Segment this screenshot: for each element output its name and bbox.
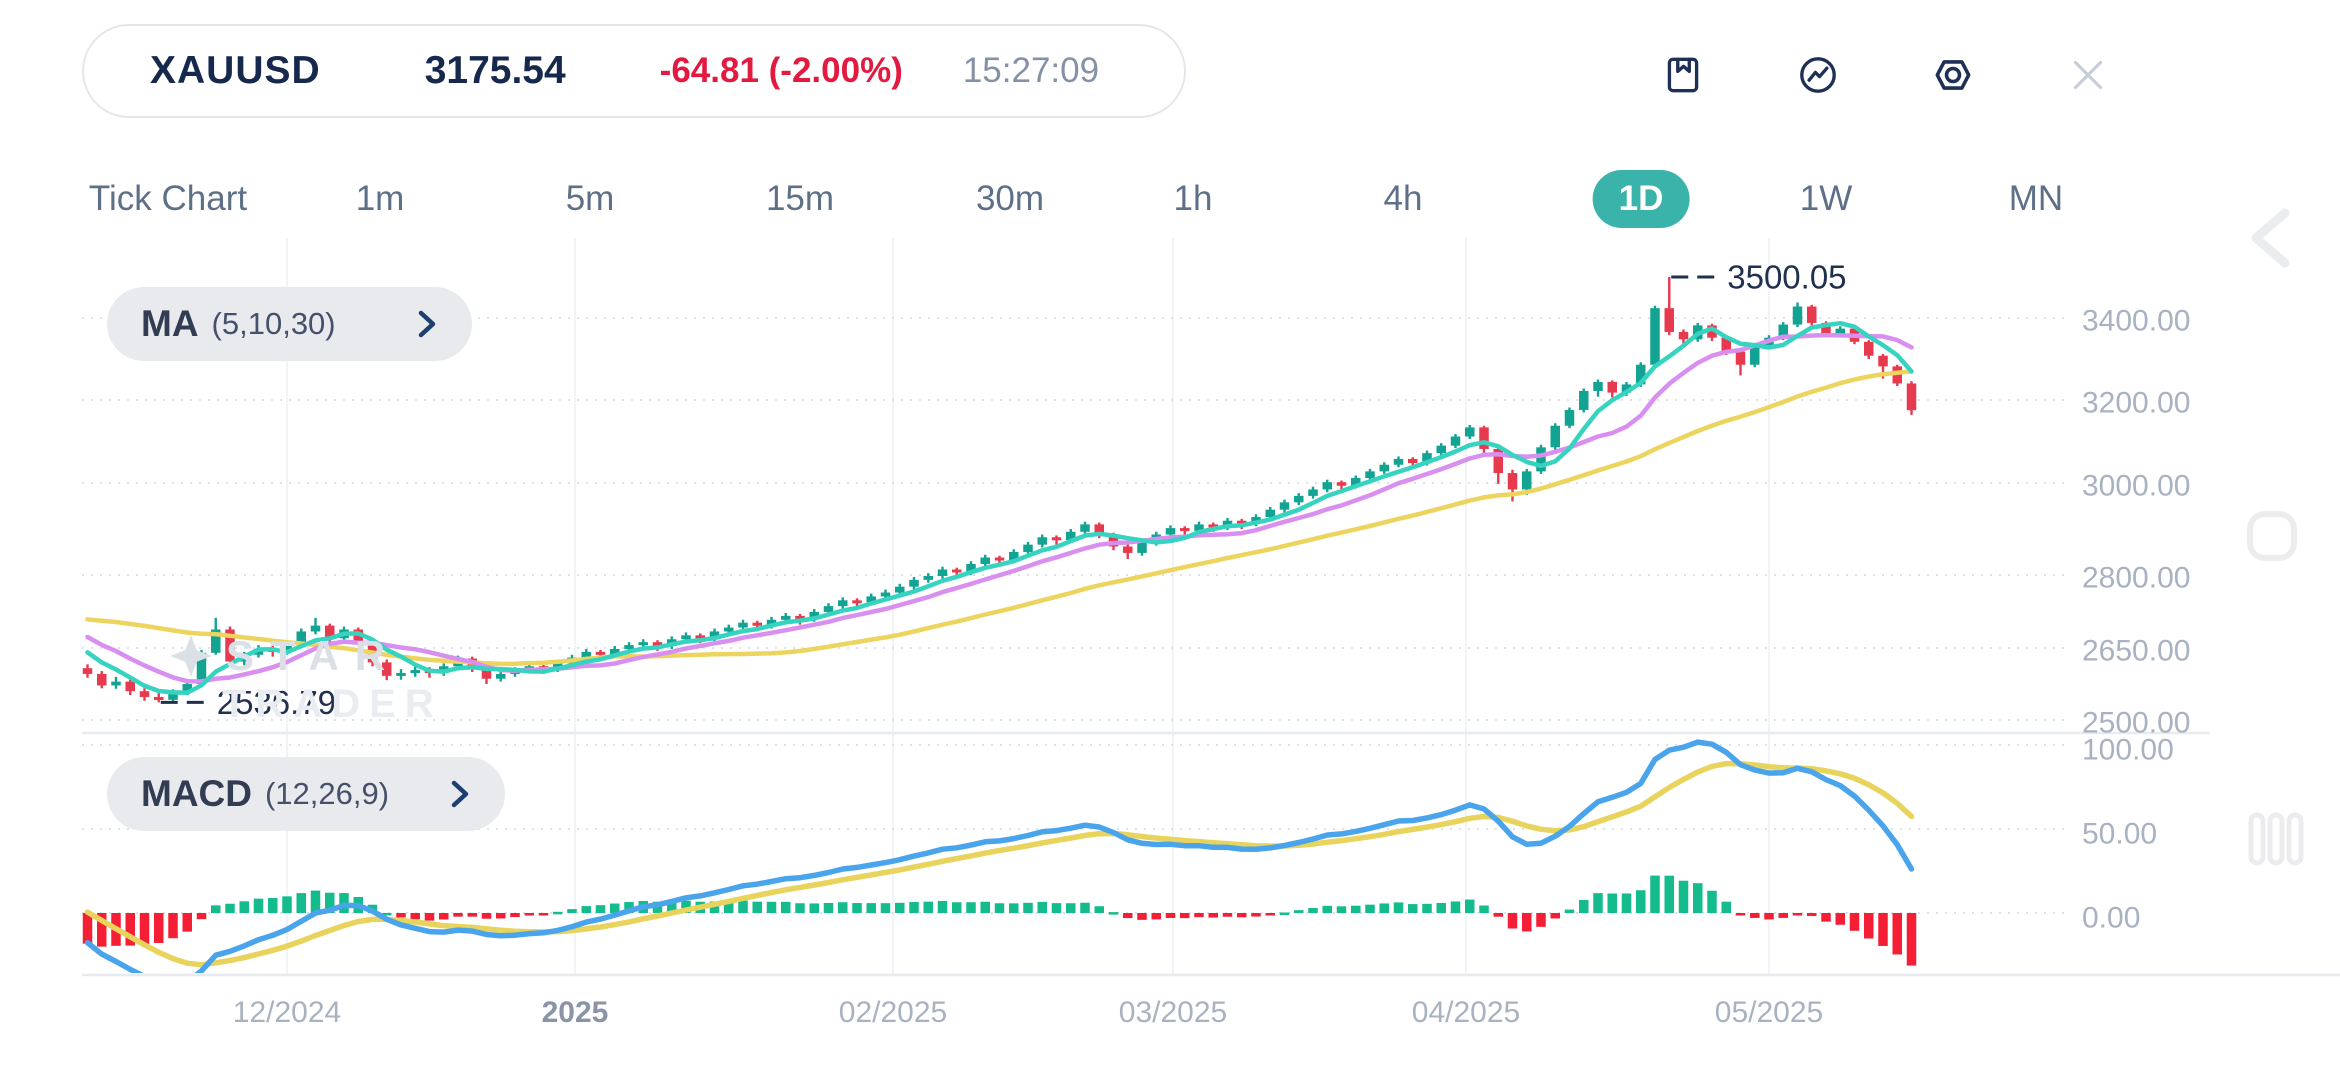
svg-text:2536.79: 2536.79	[217, 684, 336, 721]
bookmark-icon	[1660, 52, 1706, 98]
price-change: -64.81 (-2.00%)	[660, 51, 903, 91]
chevron-right-icon	[449, 778, 471, 810]
svg-text:100.00: 100.00	[2082, 734, 2174, 767]
ma-indicator-button[interactable]: MA (5,10,30)	[107, 287, 472, 361]
drag-handle-icon	[2248, 812, 2304, 866]
tab-15m[interactable]: 15m	[740, 170, 860, 228]
ma-indicator-name: MA	[141, 303, 199, 345]
ma-indicator-params: (5,10,30)	[212, 306, 336, 342]
svg-text:3000.00: 3000.00	[2082, 470, 2190, 503]
svg-text:2650.00: 2650.00	[2082, 635, 2190, 668]
tab-tick-chart[interactable]: Tick Chart	[63, 170, 273, 228]
frame-icon	[2246, 510, 2298, 562]
settings-hexagon-icon	[1930, 52, 1976, 98]
bookmark-button[interactable]	[1655, 47, 1711, 103]
macd-indicator-button[interactable]: MACD (12,26,9)	[107, 757, 505, 831]
tab-mn[interactable]: MN	[1983, 170, 2089, 228]
svg-text:2025: 2025	[542, 996, 609, 1029]
svg-text:0.00: 0.00	[2082, 902, 2140, 935]
tab-30m[interactable]: 30m	[950, 170, 1070, 228]
svg-text:03/2025: 03/2025	[1119, 996, 1227, 1029]
trading-terminal: 3500.05 2536.79 3400.00 3200.00 3000.00 2800.…	[0, 0, 2340, 1080]
svg-text:2800.00: 2800.00	[2082, 562, 2190, 595]
close-icon	[2065, 52, 2111, 98]
svg-text:02/2025: 02/2025	[839, 996, 947, 1029]
last-price: 3175.54	[425, 49, 566, 93]
tab-1h[interactable]: 1h	[1148, 170, 1239, 228]
symbol-header: XAUUSD 3175.54 -64.81 (-2.00%) 15:27:09	[82, 24, 1186, 118]
svg-text:3400.00: 3400.00	[2082, 305, 2190, 338]
chart-settings-button[interactable]	[1925, 47, 1981, 103]
panel-drag-handle[interactable]	[2248, 812, 2304, 871]
tab-1w[interactable]: 1W	[1774, 170, 1879, 228]
svg-text:50.00: 50.00	[2082, 818, 2157, 851]
server-time: 15:27:09	[963, 51, 1099, 91]
chevron-right-icon	[416, 308, 438, 340]
symbol-name: XAUUSD	[150, 49, 321, 93]
markets-trend-icon	[1795, 52, 1841, 98]
svg-text:12/2024: 12/2024	[233, 996, 341, 1029]
market-overview-button[interactable]	[1790, 47, 1846, 103]
timeframe-tabs: Tick Chart 1m 5m 15m 30m 1h 4h 1D 1W MN	[0, 168, 2340, 230]
macd-indicator-params: (12,26,9)	[265, 776, 389, 812]
svg-text:3500.05: 3500.05	[1727, 259, 1846, 296]
chart-toolbar	[1655, 47, 2116, 103]
tab-1d[interactable]: 1D	[1593, 170, 1690, 228]
tab-1m[interactable]: 1m	[330, 170, 431, 228]
svg-text:04/2025: 04/2025	[1412, 996, 1520, 1029]
macd-indicator-name: MACD	[141, 773, 252, 815]
svg-text:3200.00: 3200.00	[2082, 387, 2190, 420]
price-macd-chart[interactable]: 3500.05 2536.79 3400.00 3200.00 3000.00 2800.…	[0, 0, 2340, 1080]
tab-4h[interactable]: 4h	[1358, 170, 1449, 228]
close-chart-button[interactable]	[2060, 47, 2116, 103]
tab-5m[interactable]: 5m	[540, 170, 641, 228]
frame-tool-button[interactable]	[2246, 510, 2298, 567]
svg-text:05/2025: 05/2025	[1715, 996, 1823, 1029]
